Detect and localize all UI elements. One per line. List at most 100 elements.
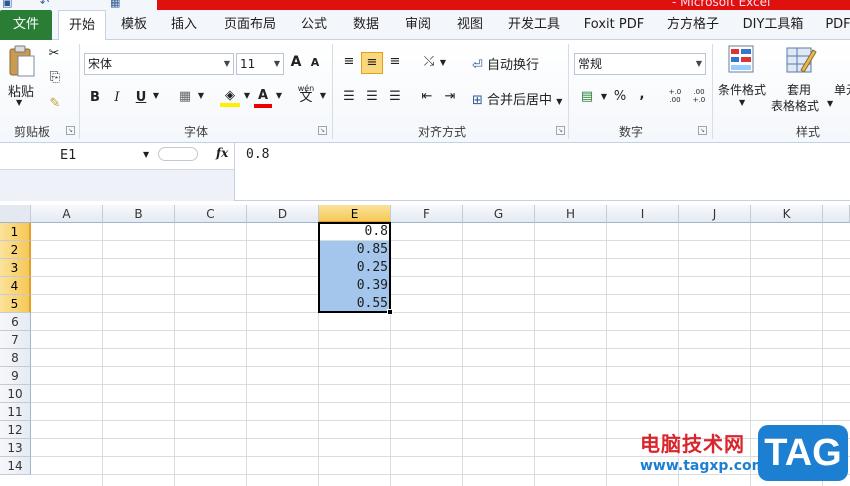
undo-icon[interactable]: ↶: [40, 0, 49, 9]
align-center-icon[interactable]: ☰: [363, 89, 381, 104]
row-header[interactable]: 11: [0, 403, 31, 421]
cell-e5[interactable]: 0.55: [319, 295, 391, 313]
orientation-icon[interactable]: ⤯: [420, 54, 438, 69]
shrink-font-button[interactable]: A: [308, 56, 322, 69]
tab-page-layout[interactable]: 页面布局: [216, 10, 284, 40]
chevron-down-icon[interactable]: ▼: [242, 91, 252, 100]
column-header[interactable]: G: [463, 205, 535, 223]
row-header-selected[interactable]: 1: [0, 223, 31, 241]
formula-input[interactable]: 0.8: [246, 147, 269, 162]
chevron-down-icon[interactable]: ▼: [143, 150, 149, 159]
row-header[interactable]: 8: [0, 349, 31, 367]
chevron-down-icon[interactable]: ▼: [739, 98, 745, 107]
decrease-decimal-button[interactable]: .00 +.0: [688, 88, 710, 104]
save-icon[interactable]: ▦: [110, 0, 120, 9]
chevron-down-icon[interactable]: ▼: [599, 92, 609, 101]
chevron-down-icon[interactable]: ▼: [318, 91, 328, 100]
chevron-down-icon[interactable]: ▼: [151, 91, 161, 100]
chevron-down-icon[interactable]: ▼: [274, 91, 284, 100]
merge-center-button[interactable]: ⊞ 合并后居中 ▼: [472, 89, 568, 108]
chevron-down-icon[interactable]: ▼: [827, 99, 833, 108]
conditional-format-button[interactable]: [722, 44, 762, 78]
column-header[interactable]: A: [31, 205, 103, 223]
table-format-button[interactable]: [782, 44, 818, 78]
column-header[interactable]: C: [175, 205, 247, 223]
cell-e1-active[interactable]: 0.8: [319, 223, 391, 241]
select-all-button[interactable]: [0, 205, 31, 223]
font-color-button[interactable]: A: [254, 88, 272, 108]
tab-file[interactable]: 文件: [0, 10, 52, 40]
row-header[interactable]: 9: [0, 367, 31, 385]
row-header[interactable]: 6: [0, 313, 31, 331]
row-header[interactable]: 14: [0, 457, 31, 475]
grow-font-button[interactable]: A: [288, 54, 304, 70]
tab-insert[interactable]: 插入: [162, 10, 206, 40]
column-header[interactable]: J: [679, 205, 751, 223]
tab-formulas[interactable]: 公式: [292, 10, 336, 40]
paste-button[interactable]: [6, 44, 36, 80]
column-header[interactable]: K: [751, 205, 823, 223]
copy-icon[interactable]: ⎘: [44, 70, 66, 85]
cell-styles-label[interactable]: 单元: [834, 81, 850, 98]
tab-data[interactable]: 数据: [344, 10, 388, 40]
fill-handle[interactable]: [387, 309, 393, 315]
bold-button[interactable]: B: [88, 90, 102, 105]
column-header[interactable]: H: [535, 205, 607, 223]
comma-button[interactable]: ,: [636, 87, 648, 102]
tab-developer[interactable]: 开发工具: [500, 10, 568, 40]
number-launcher-icon[interactable]: ↘: [698, 126, 707, 135]
chevron-down-icon[interactable]: ▼: [196, 91, 206, 100]
row-header[interactable]: 13: [0, 439, 31, 457]
row-header[interactable]: 12: [0, 421, 31, 439]
insert-function-button[interactable]: fx: [216, 146, 228, 160]
tab-review[interactable]: 审阅: [396, 10, 440, 40]
fill-color-icon[interactable]: ◈: [220, 88, 240, 107]
row-header-selected[interactable]: 5: [0, 295, 31, 313]
row-header[interactable]: 10: [0, 385, 31, 403]
column-header[interactable]: I: [607, 205, 679, 223]
tab-pdf[interactable]: PDF: [818, 10, 850, 40]
accounting-format-icon[interactable]: ▤: [576, 89, 598, 104]
cell-e3[interactable]: 0.25: [319, 259, 391, 277]
font-size-select[interactable]: 11 ▼: [236, 53, 284, 75]
formula-bar-resize-handle[interactable]: [158, 147, 198, 161]
alignment-launcher-icon[interactable]: ↘: [556, 126, 565, 135]
border-icon[interactable]: ▦: [176, 89, 194, 104]
tab-fangfanggezi[interactable]: 方方格子: [660, 10, 726, 40]
tab-templates[interactable]: 模板: [112, 10, 156, 40]
column-header-partial[interactable]: [823, 205, 850, 223]
decrease-indent-icon[interactable]: ⇤: [418, 89, 436, 104]
row-header-selected[interactable]: 3: [0, 259, 31, 277]
row-header[interactable]: 7: [0, 331, 31, 349]
tab-diy-toolbox[interactable]: DIY工具箱: [736, 10, 810, 40]
font-name-select[interactable]: 宋体 ▼: [84, 53, 234, 75]
italic-button[interactable]: I: [110, 90, 124, 105]
align-top-icon[interactable]: ≡: [340, 54, 358, 69]
format-painter-icon[interactable]: ✎: [44, 96, 66, 111]
cell-e4[interactable]: 0.39: [319, 277, 391, 295]
column-header-selected[interactable]: E: [319, 205, 391, 223]
increase-decimal-button[interactable]: +.0 .00: [664, 88, 686, 104]
wrap-text-button[interactable]: ⏎ 自动换行: [472, 54, 564, 73]
clipboard-launcher-icon[interactable]: ↘: [66, 126, 75, 135]
number-format-select[interactable]: 常规 ▼: [574, 53, 706, 75]
row-header-selected[interactable]: 4: [0, 277, 31, 295]
phonetic-button[interactable]: wén 文: [296, 84, 316, 104]
column-header[interactable]: D: [247, 205, 319, 223]
row-header-selected[interactable]: 2: [0, 241, 31, 259]
align-right-icon[interactable]: ☰: [386, 89, 404, 104]
percent-button[interactable]: %: [612, 89, 628, 104]
chevron-down-icon[interactable]: ▼: [438, 58, 448, 67]
column-header[interactable]: B: [103, 205, 175, 223]
tab-home[interactable]: 开始: [58, 10, 106, 41]
align-bottom-icon[interactable]: ≡: [386, 54, 404, 69]
name-box[interactable]: E1: [0, 145, 158, 167]
underline-button[interactable]: U: [134, 90, 148, 105]
align-middle-icon[interactable]: ≡: [361, 52, 383, 74]
increase-indent-icon[interactable]: ⇥: [441, 89, 459, 104]
paste-dropdown-icon[interactable]: ▼: [16, 98, 22, 107]
tab-foxit-pdf[interactable]: Foxit PDF: [578, 10, 650, 40]
cell-e2[interactable]: 0.85: [319, 241, 391, 259]
column-header[interactable]: F: [391, 205, 463, 223]
font-launcher-icon[interactable]: ↘: [318, 126, 327, 135]
